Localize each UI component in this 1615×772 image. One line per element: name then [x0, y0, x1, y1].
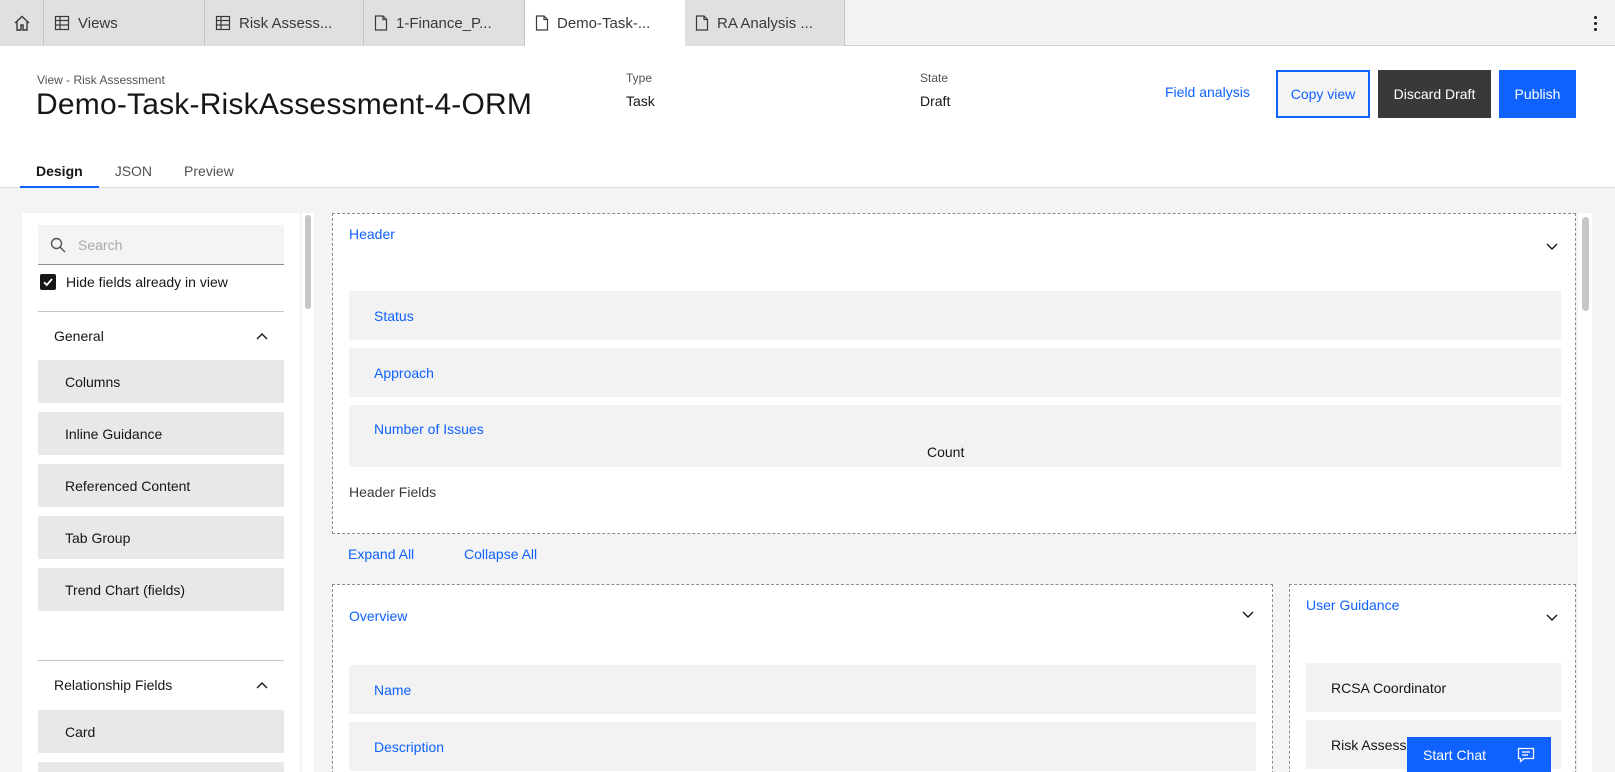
- type-value: Task: [626, 93, 655, 109]
- field-description[interactable]: Description: [349, 722, 1256, 771]
- general-section-title: General: [54, 327, 104, 344]
- state-label: State: [920, 71, 949, 85]
- publish-button[interactable]: Publish: [1499, 70, 1576, 118]
- checkbox-checked-icon[interactable]: [40, 274, 56, 290]
- home-tab[interactable]: [0, 0, 44, 46]
- overflow-menu-icon[interactable]: [1585, 12, 1605, 34]
- collapse-all-link[interactable]: Collapse All: [464, 546, 537, 562]
- header-section-title[interactable]: Header: [349, 226, 395, 242]
- palette-item-columns[interactable]: Columns: [38, 360, 284, 403]
- palette-item-referenced-content[interactable]: Referenced Content: [38, 464, 284, 507]
- tab-label: Views: [78, 14, 118, 32]
- hide-fields-label: Hide fields already in view: [66, 274, 228, 290]
- search-box: [38, 225, 284, 265]
- document-icon: [374, 15, 388, 31]
- palette-item-trend-chart[interactable]: Trend Chart (fields): [38, 568, 284, 611]
- tab-views[interactable]: Views: [44, 0, 205, 46]
- tab-preview[interactable]: Preview: [168, 155, 250, 189]
- view-eyebrow: View - Risk Assessment: [37, 73, 165, 87]
- palette-item-inline-guidance[interactable]: Inline Guidance: [38, 412, 284, 455]
- palette-item-tab-group[interactable]: Tab Group: [38, 516, 284, 559]
- chevron-up-icon: [256, 332, 268, 339]
- type-label: Type: [626, 71, 653, 85]
- field-palette: Hide fields already in view General Colu…: [22, 213, 300, 772]
- state-value: Draft: [920, 93, 951, 109]
- chevron-down-icon[interactable]: [1546, 243, 1558, 251]
- page-title: Demo-Task-RiskAssessment-4-ORM: [36, 88, 533, 121]
- content-tabs: Design JSON Preview: [20, 155, 250, 189]
- tab-label: RA Analysis ...: [717, 14, 813, 32]
- field-rcsa-coordinator[interactable]: RCSA Coordinator: [1306, 663, 1561, 712]
- start-chat-button[interactable]: Start Chat: [1407, 737, 1551, 772]
- hide-fields-checkbox[interactable]: Hide fields already in view: [40, 274, 228, 290]
- field-status[interactable]: Status: [349, 291, 1561, 340]
- palette-item-card[interactable]: Card: [38, 710, 284, 753]
- copy-view-button[interactable]: Copy view: [1276, 70, 1370, 118]
- start-chat-label: Start Chat: [1423, 747, 1487, 763]
- field-label: Number of Issues: [374, 421, 484, 437]
- field-name[interactable]: Name: [349, 665, 1256, 714]
- chevron-down-icon[interactable]: [1546, 614, 1558, 622]
- canvas-scrollbar[interactable]: [1578, 213, 1592, 772]
- tab-ra-analysis[interactable]: RA Analysis ...: [685, 0, 845, 46]
- home-icon: [14, 15, 29, 31]
- document-icon: [535, 15, 549, 31]
- tab-label: Risk Assess...: [239, 14, 333, 32]
- field-analysis-button[interactable]: Field analysis: [1165, 84, 1250, 100]
- palette-scrollbar[interactable]: [302, 213, 314, 772]
- chat-icon: [1517, 747, 1535, 763]
- tab-label: Demo-Task-...: [557, 14, 651, 32]
- relationship-section-header[interactable]: Relationship Fields: [38, 660, 284, 708]
- expand-all-link[interactable]: Expand All: [348, 546, 414, 562]
- chevron-up-icon: [256, 681, 268, 688]
- tab-finance[interactable]: 1-Finance_P...: [364, 0, 525, 46]
- header-fields-label: Header Fields: [349, 484, 437, 500]
- tab-demo-task[interactable]: Demo-Task-...: [525, 0, 685, 46]
- overview-section-title[interactable]: Overview: [349, 608, 407, 624]
- tab-json[interactable]: JSON: [98, 155, 169, 189]
- chevron-down-icon[interactable]: [1242, 611, 1254, 619]
- palette-item-partial[interactable]: [38, 762, 284, 772]
- table-icon: [54, 15, 70, 31]
- count-label: Count: [927, 444, 965, 460]
- tab-design[interactable]: Design: [20, 155, 99, 189]
- search-input[interactable]: [78, 236, 268, 253]
- relationship-section-title: Relationship Fields: [54, 676, 173, 693]
- search-icon: [50, 237, 66, 252]
- tab-risk-assessment[interactable]: Risk Assess...: [205, 0, 364, 46]
- general-section-header[interactable]: General: [38, 311, 284, 359]
- discard-draft-button[interactable]: Discard Draft: [1378, 70, 1491, 118]
- tab-bar: Views Risk Assess... 1-Finance_P... Demo…: [0, 0, 1615, 46]
- table-icon: [215, 15, 231, 31]
- field-approach[interactable]: Approach: [349, 348, 1561, 397]
- document-icon: [695, 15, 709, 31]
- tab-label: 1-Finance_P...: [396, 14, 492, 32]
- user-guidance-section-title[interactable]: User Guidance: [1306, 597, 1399, 613]
